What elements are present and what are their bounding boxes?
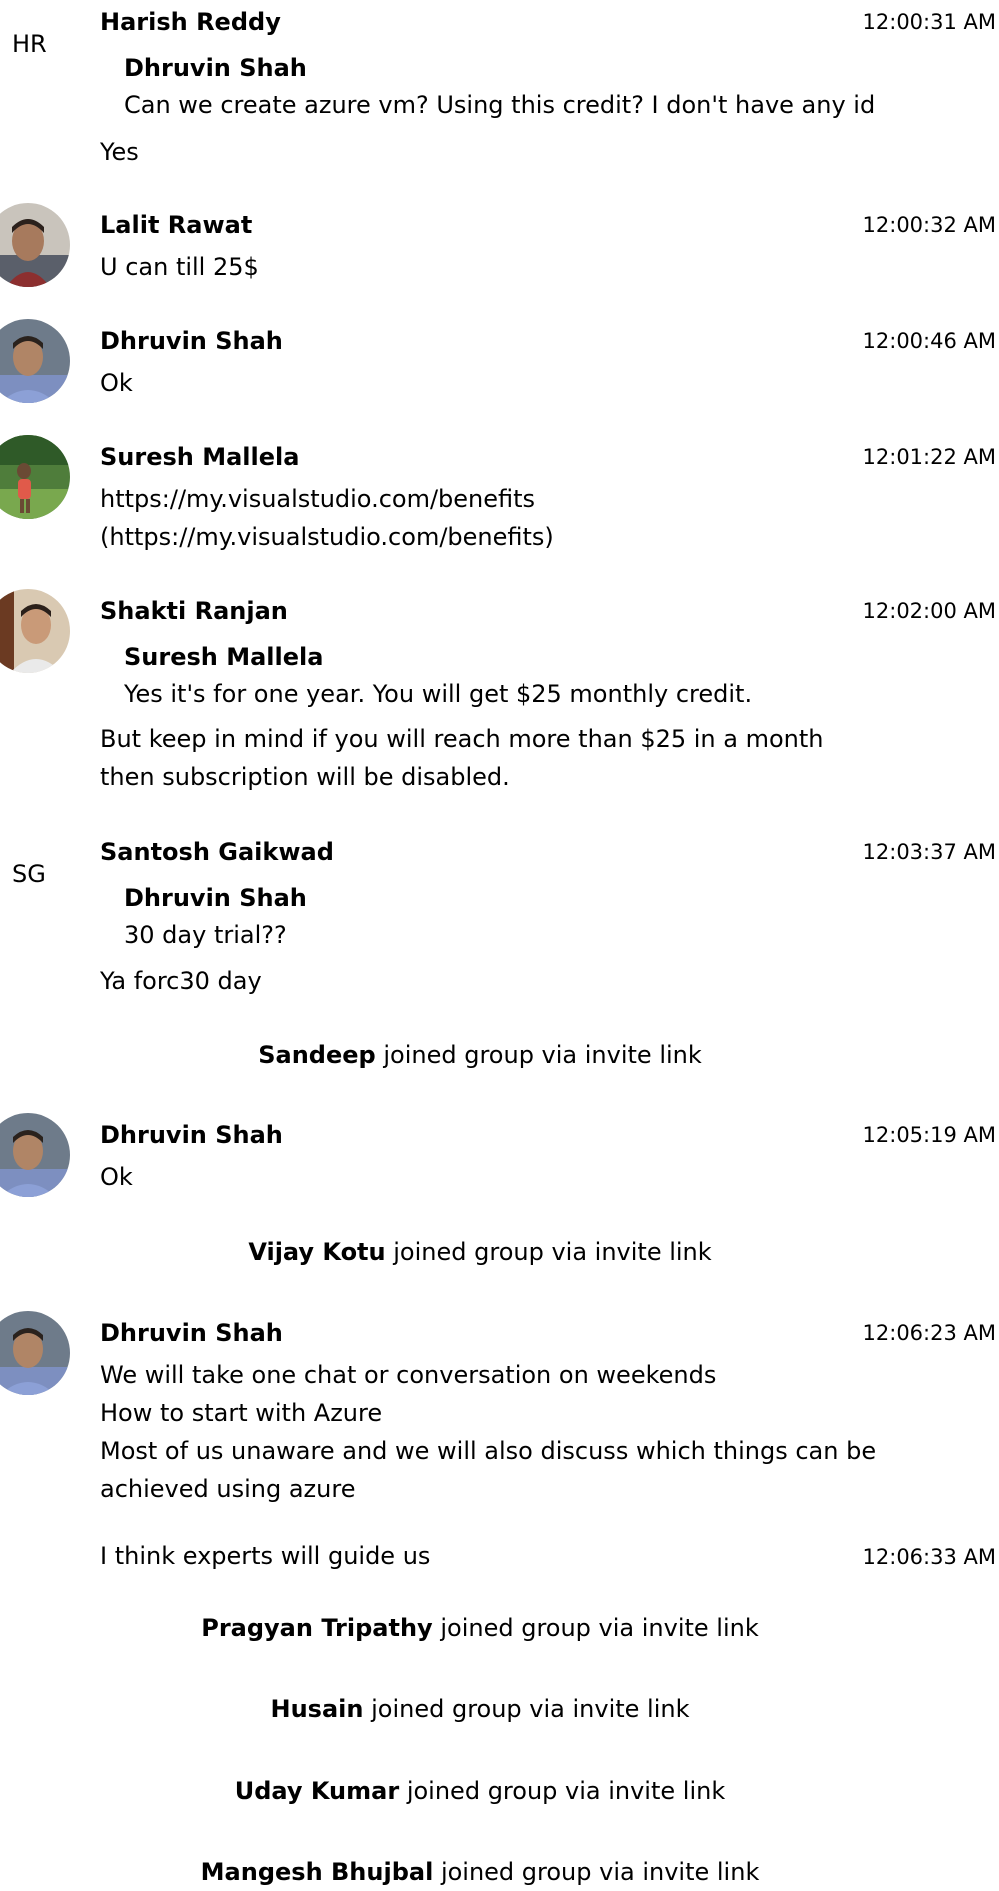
message-text: Ya forc30 day: [100, 967, 262, 995]
message-text: I think experts will guide us: [100, 1542, 431, 1570]
joined-user-name[interactable]: Husain: [270, 1695, 363, 1723]
system-notice-text: joined group via invite link: [371, 1695, 690, 1723]
quoted-sender: Suresh Mallela: [124, 643, 324, 671]
quoted-sender: Dhruvin Shah: [124, 54, 307, 82]
message-text: Ok: [100, 1163, 133, 1191]
system-notice-text: joined group via invite link: [383, 1041, 702, 1069]
system-notice: Vijay Kotu joined group via invite link: [0, 1233, 960, 1271]
joined-user-name[interactable]: Sandeep: [258, 1041, 375, 1069]
avatar[interactable]: [0, 203, 70, 287]
quoted-text: Can we create azure vm? Using this credi…: [124, 91, 876, 119]
sender-name[interactable]: Shakti Ranjan: [100, 592, 288, 630]
message-time: 12:01:22 AM: [862, 445, 996, 469]
avatar[interactable]: [0, 435, 70, 519]
message-time: 12:06:23 AM: [862, 1321, 996, 1345]
system-notice: Pragyan Tripathy joined group via invite…: [0, 1609, 960, 1647]
message-time: 12:02:00 AM: [862, 599, 996, 623]
avatar[interactable]: [0, 589, 70, 673]
joined-user-name[interactable]: Pragyan Tripathy: [201, 1614, 432, 1642]
system-notice-text: joined group via invite link: [393, 1238, 712, 1266]
sender-name[interactable]: Santosh Gaikwad: [100, 833, 334, 871]
message-time: 12:06:33 AM: [862, 1545, 996, 1569]
system-notice: Sandeep joined group via invite link: [0, 1036, 960, 1074]
message-link[interactable]: (https://my.visualstudio.com/benefits): [100, 518, 554, 556]
system-notice: Uday Kumar joined group via invite link: [0, 1772, 960, 1810]
system-notice: Mangesh Bhujbal joined group via invite …: [0, 1853, 960, 1891]
message-time: 12:00:32 AM: [862, 213, 996, 237]
avatar[interactable]: [0, 319, 70, 403]
avatar[interactable]: [0, 1311, 70, 1395]
message-link[interactable]: https://my.visualstudio.com/benefits: [100, 480, 535, 518]
system-notice-text: joined group via invite link: [406, 1777, 726, 1805]
joined-user-name[interactable]: Vijay Kotu: [248, 1238, 385, 1266]
quoted-sender: Dhruvin Shah: [124, 884, 307, 912]
avatar-initials: SG: [12, 860, 46, 888]
message-text: How to start with Azure: [100, 1399, 383, 1427]
sender-name[interactable]: Suresh Mallela: [100, 438, 299, 476]
quoted-text: 30 day trial??: [124, 921, 287, 949]
quoted-text: Yes it's for one year. You will get $25 …: [124, 680, 753, 708]
message-text: We will take one chat or conversation on…: [100, 1361, 717, 1389]
message-text: Yes: [100, 138, 139, 166]
sender-name[interactable]: Dhruvin Shah: [100, 1314, 283, 1352]
sender-name[interactable]: Harish Reddy: [100, 3, 281, 41]
sender-name[interactable]: Dhruvin Shah: [100, 322, 283, 360]
system-notice-text: joined group via invite link: [440, 1614, 759, 1642]
joined-user-name[interactable]: Mangesh Bhujbal: [201, 1858, 434, 1886]
message-time: 12:00:31 AM: [862, 10, 996, 34]
avatar-initials: HR: [12, 30, 47, 58]
message-text: Most of us unaware and we will also disc…: [100, 1437, 877, 1465]
message-time: 12:03:37 AM: [862, 840, 996, 864]
message-text: Ok: [100, 369, 133, 397]
message-text: But keep in mind if you will reach more …: [100, 725, 824, 753]
message-text: U can till 25$: [100, 253, 259, 281]
avatar[interactable]: [0, 1113, 70, 1197]
message-text: achieved using azure: [100, 1475, 356, 1503]
sender-name[interactable]: Lalit Rawat: [100, 206, 252, 244]
system-notice-text: joined group via invite link: [440, 1858, 760, 1886]
system-notice: Husain joined group via invite link: [0, 1690, 960, 1728]
message-time: 12:00:46 AM: [862, 329, 996, 353]
message-time: 12:05:19 AM: [862, 1123, 996, 1147]
message-text: then subscription will be disabled.: [100, 763, 510, 791]
sender-name[interactable]: Dhruvin Shah: [100, 1116, 283, 1154]
joined-user-name[interactable]: Uday Kumar: [235, 1777, 399, 1805]
